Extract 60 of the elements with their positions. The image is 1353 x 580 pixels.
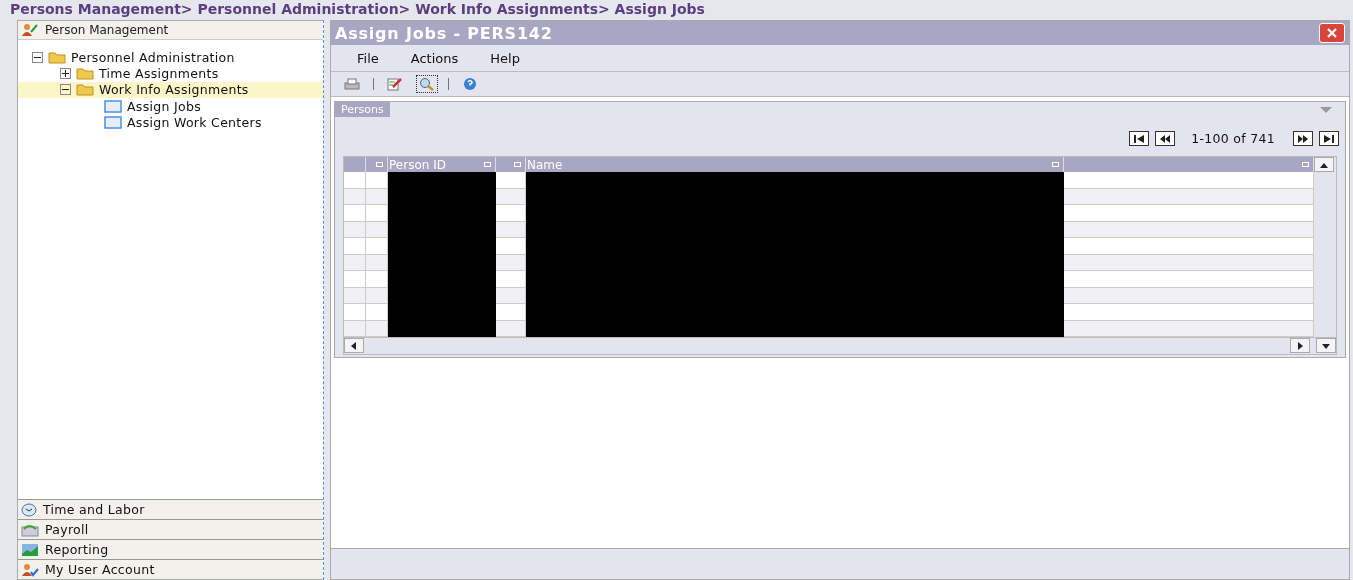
window-icon xyxy=(104,116,122,130)
table-cell xyxy=(366,238,388,255)
first-page-button[interactable] xyxy=(1129,131,1150,146)
table-cell xyxy=(366,205,388,222)
window-icon xyxy=(104,99,122,113)
last-page-button[interactable] xyxy=(1319,131,1339,146)
forward-icon xyxy=(1298,134,1308,143)
search-icon xyxy=(418,77,436,91)
right-icon xyxy=(1295,341,1305,350)
toolbar-button[interactable] xyxy=(416,75,438,93)
breadcrumb: Persons Management> Personnel Administration> Work Info Assignments> Assign Jobs xyxy=(10,0,705,18)
collapse-icon[interactable] xyxy=(32,51,43,63)
table-cell xyxy=(366,304,388,321)
table-cell xyxy=(496,205,526,222)
menu-item[interactable]: File xyxy=(345,50,399,66)
scroll-down-button[interactable] xyxy=(1316,338,1336,353)
left-icon xyxy=(349,341,359,350)
sidebar-header[interactable]: Person Management xyxy=(18,21,323,40)
pager-text: 1-100 of 741 xyxy=(1191,131,1275,146)
next-page-button[interactable] xyxy=(1293,131,1313,146)
sidebar-section[interactable]: Payroll xyxy=(18,519,323,539)
rewind-icon xyxy=(1160,134,1171,143)
previous-page-button[interactable] xyxy=(1155,131,1176,146)
tree-item[interactable]: Assign Work Centers xyxy=(18,114,323,131)
table-cell xyxy=(496,172,526,189)
table-cell xyxy=(366,172,388,189)
printer-icon xyxy=(343,77,361,91)
folder-icon xyxy=(76,83,94,97)
close-icon xyxy=(1326,27,1338,39)
sidebar-section[interactable]: Time and Labor xyxy=(18,499,323,519)
tree-item[interactable]: Time Assignments xyxy=(18,65,323,82)
table-cell xyxy=(366,271,388,288)
sidebar-section[interactable]: My User Account xyxy=(18,559,323,579)
tree-item[interactable]: Assign Jobs xyxy=(18,98,323,115)
table-cell xyxy=(496,271,526,288)
edit-icon xyxy=(386,77,404,91)
down-icon xyxy=(1321,341,1331,350)
sidebar-section[interactable]: Reporting xyxy=(18,539,323,559)
envelope-icon xyxy=(21,522,39,537)
collapse-icon[interactable] xyxy=(60,84,71,96)
help-icon xyxy=(462,77,478,91)
folder-icon xyxy=(48,50,66,64)
people-icon xyxy=(21,23,39,37)
menu-item[interactable]: Actions xyxy=(398,50,479,66)
first-icon xyxy=(1134,134,1145,143)
clock-icon xyxy=(21,502,37,517)
last-icon xyxy=(1324,134,1334,143)
scroll-right-button[interactable] xyxy=(1290,338,1310,353)
tree-item[interactable]: Personnel Administration xyxy=(18,49,323,66)
table-cell xyxy=(496,304,526,321)
table-cell xyxy=(496,238,526,255)
scroll-left-button[interactable] xyxy=(344,338,364,353)
window-title: Assign Jobs - PERS142 xyxy=(335,23,553,43)
tree-item[interactable]: Work Info Assignments xyxy=(18,81,323,99)
chart-icon xyxy=(21,542,39,557)
expand-icon[interactable] xyxy=(60,68,71,80)
close-button[interactable] xyxy=(1319,23,1345,43)
scroll-up-button[interactable] xyxy=(1314,157,1334,172)
menu-item[interactable]: Help xyxy=(478,50,540,66)
user-icon xyxy=(21,562,39,577)
